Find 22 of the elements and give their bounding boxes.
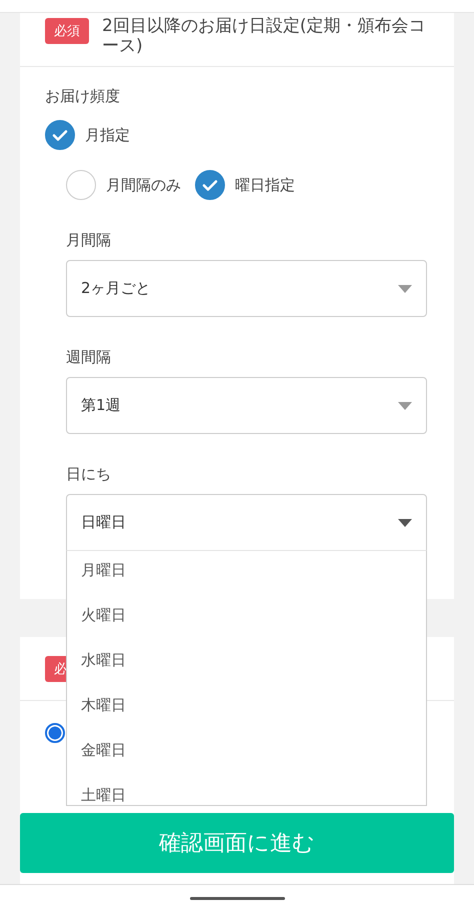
select-field[interactable]: 2ヶ月ごと [66, 260, 427, 317]
dropdown-option[interactable]: 木曜日 [67, 686, 426, 731]
dropdown-option[interactable]: 火曜日 [67, 596, 426, 641]
radio-button[interactable] [195, 170, 225, 200]
frequency-label: お届け頻度 [45, 87, 121, 106]
section-title: 2回目以降のお届け日設定(定期・頒布会コース) [102, 16, 426, 56]
checkbox-label: 月指定 [85, 126, 130, 144]
select-field[interactable]: 第1週 [66, 377, 427, 434]
field-label: 日にち [66, 465, 112, 484]
radio-label: 曜日指定 [235, 176, 295, 194]
dropdown-option[interactable]: 土曜日 [67, 776, 426, 805]
dropdown-option[interactable]: 月曜日 [67, 551, 426, 596]
caret-icon [398, 402, 412, 410]
dropdown-option[interactable]: 金曜日 [67, 731, 426, 776]
radio-button[interactable] [45, 723, 65, 743]
required-badge: 必須 [45, 18, 89, 44]
caret-icon [398, 284, 412, 292]
radio-label: 月間隔のみ [106, 176, 181, 194]
field-label: 月間隔 [66, 231, 112, 250]
checkbox[interactable] [45, 120, 75, 150]
field-label: 週間隔 [66, 348, 112, 367]
caret-icon [398, 518, 412, 526]
